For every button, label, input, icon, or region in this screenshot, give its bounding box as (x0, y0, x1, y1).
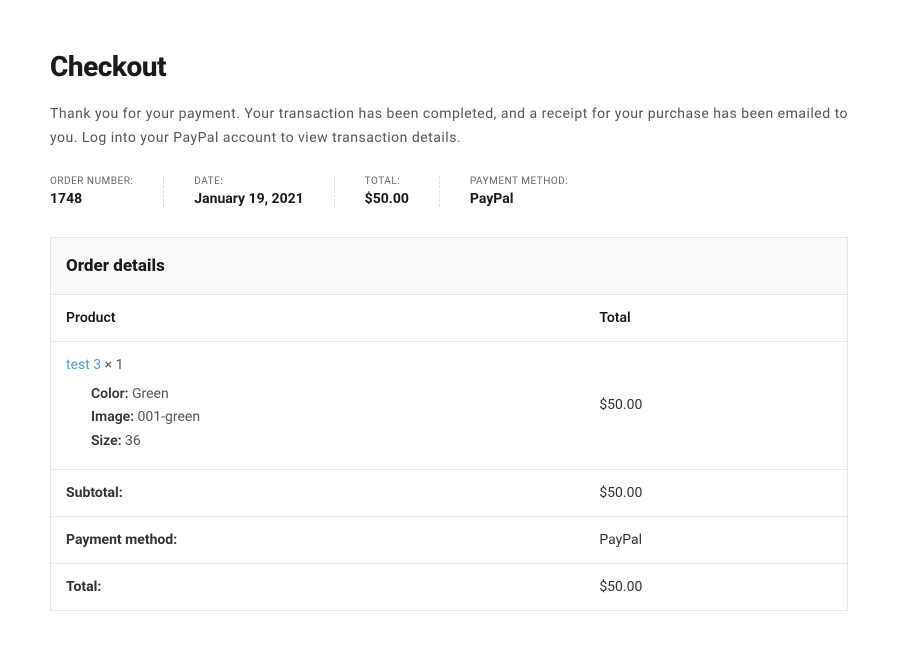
order-overview: ORDER NUMBER: 1748 DATE: January 19, 202… (50, 176, 848, 207)
variation-list: Color: Green Image: 001-green Size: 36 (66, 383, 569, 454)
overview-order-number-label: ORDER NUMBER: (50, 176, 133, 187)
overview-date-value: January 19, 2021 (194, 191, 303, 207)
variation-label: Image: (91, 409, 134, 425)
order-details-table: Product Total test 3 × 1 Color: Green Im… (51, 295, 847, 610)
overview-order-number: ORDER NUMBER: 1748 (50, 176, 164, 207)
payment-method-row: Payment method: PayPal (51, 516, 847, 563)
variation-label: Color: (91, 386, 129, 402)
overview-date: DATE: January 19, 2021 (194, 176, 334, 207)
subtotal-value: $50.00 (584, 469, 847, 516)
variation-value: Green (132, 386, 169, 402)
variation-label: Size: (91, 433, 122, 449)
product-qty: 1 (116, 357, 124, 373)
total-row: Total: $50.00 (51, 563, 847, 610)
variation-item: Size: 36 (91, 430, 569, 454)
table-header-row: Product Total (51, 295, 847, 342)
overview-total-label: TOTAL: (365, 176, 409, 187)
overview-payment-method-value: PayPal (470, 191, 568, 207)
variation-item: Image: 001-green (91, 406, 569, 430)
product-link[interactable]: test 3 (66, 357, 101, 373)
line-item-row: test 3 × 1 Color: Green Image: 001-green… (51, 341, 847, 469)
subtotal-row: Subtotal: $50.00 (51, 469, 847, 516)
column-product: Product (51, 295, 584, 342)
overview-total-value: $50.00 (365, 191, 409, 207)
variation-item: Color: Green (91, 383, 569, 407)
overview-date-label: DATE: (194, 176, 303, 187)
overview-payment-method: PAYMENT METHOD: PayPal (470, 176, 568, 207)
page-title: Checkout (50, 50, 848, 83)
subtotal-label: Subtotal: (51, 469, 584, 516)
order-details-header: Order details (51, 238, 847, 295)
payment-method-label: Payment method: (51, 516, 584, 563)
column-total: Total (584, 295, 847, 342)
variation-value: 36 (125, 433, 141, 449)
payment-method-value: PayPal (584, 516, 847, 563)
line-item-product-cell: test 3 × 1 Color: Green Image: 001-green… (51, 341, 584, 469)
overview-total: TOTAL: $50.00 (365, 176, 440, 207)
order-details-heading: Order details (66, 256, 832, 276)
total-value: $50.00 (584, 563, 847, 610)
variation-value: 001-green (138, 409, 201, 425)
order-details: Order details Product Total test 3 × 1 C… (50, 237, 848, 611)
thankyou-message: Thank you for your payment. Your transac… (50, 103, 848, 151)
line-item-total: $50.00 (584, 341, 847, 469)
overview-order-number-value: 1748 (50, 191, 133, 207)
total-label: Total: (51, 563, 584, 610)
overview-payment-method-label: PAYMENT METHOD: (470, 176, 568, 187)
product-qty-separator: × (101, 357, 115, 373)
